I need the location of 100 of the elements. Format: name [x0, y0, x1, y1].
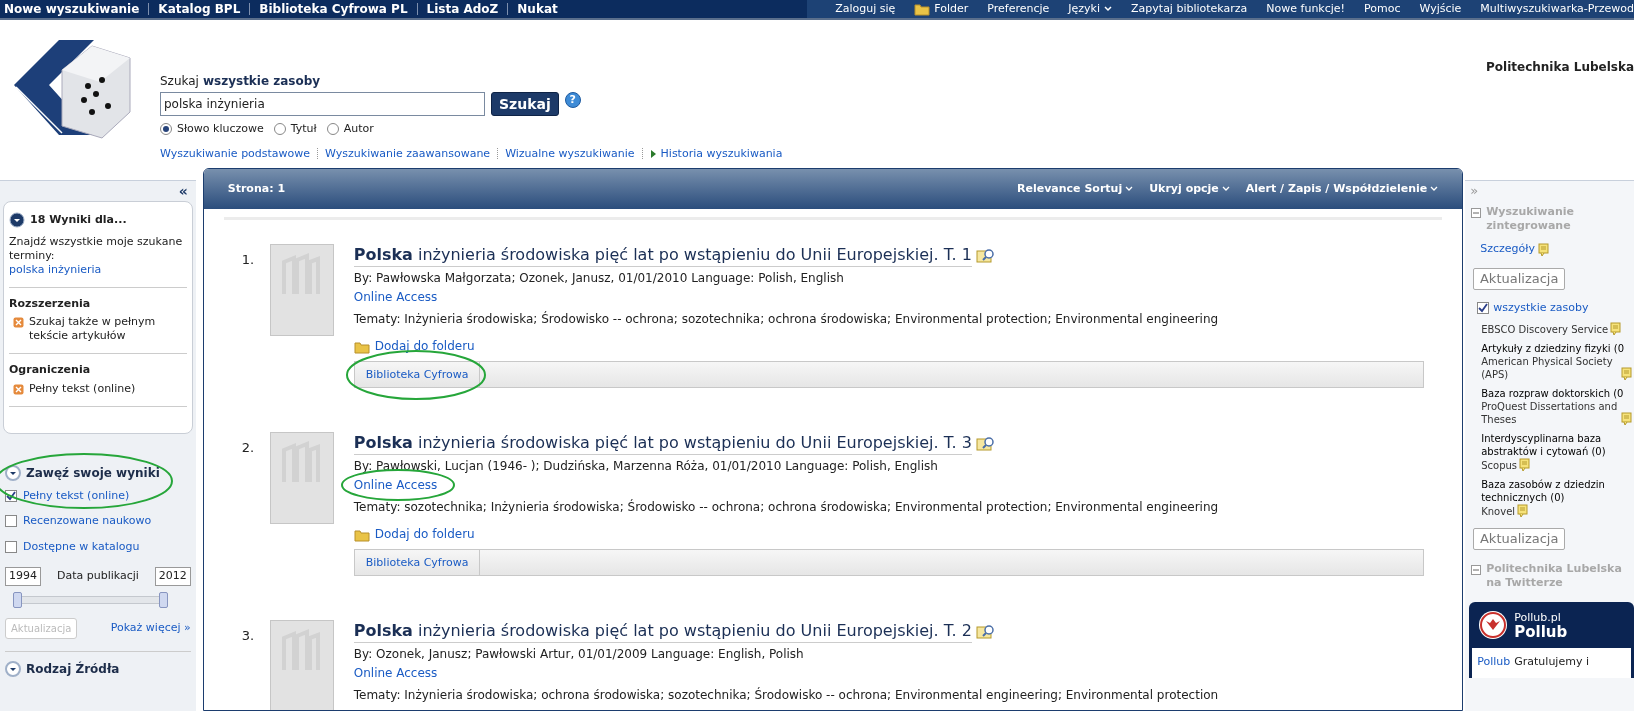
show-more-link[interactable]: Pokaż więcej »: [110, 619, 191, 637]
magnifier-icon: [975, 435, 996, 452]
limiter-label: Szukaj także w pełnym tekście artykułów: [29, 315, 157, 343]
result-title[interactable]: Polska inżynieria środowiska pięć lat po wstąpieniu do Unii Europejskiej. T. 1: [353, 244, 972, 267]
filter-option[interactable]: Dostępne w katalogu: [5, 538, 191, 555]
nav-link[interactable]: Biblioteka Cyfrowa PL: [259, 0, 408, 18]
search-option[interactable]: Autor: [326, 121, 374, 138]
nav-link[interactable]: Katalog BPL: [158, 0, 241, 18]
section-heading: Zawęź swoje wyniki: [26, 464, 160, 482]
note-icon: [1519, 458, 1531, 471]
online-access-link[interactable]: Online Access: [353, 666, 438, 680]
limiter-label: Pełny tekst (online): [29, 381, 136, 396]
source-category: Baza zasobów z dziedzin technicznych (0): [1481, 478, 1606, 504]
collapse-icon: [5, 464, 21, 481]
note-icon: [1517, 504, 1529, 517]
update-button[interactable]: Aktualizacja: [1473, 528, 1566, 550]
checkmark-icon: [6, 490, 16, 501]
source-name: Knovel: [1481, 505, 1516, 518]
collapse-icon: [9, 212, 25, 229]
slider-thumb[interactable]: [13, 591, 22, 608]
source-category: Artykuły z dziedziny fizyki (0: [1481, 342, 1625, 355]
find-text: Znajdź wszystkie moje szukane terminy:: [9, 234, 184, 263]
filter-option[interactable]: Recenzowane naukowo: [5, 513, 191, 530]
search-option[interactable]: Słowo kluczowe: [160, 121, 264, 138]
search-scope-label: Szukaj: [160, 73, 199, 90]
source-checkbox[interactable]: wszystkie zasoby: [1465, 299, 1634, 316]
result-byline: By: Pawłowski, Lucjan (1946- ); Dudzińska, Marzenna Róża, 01/01/2010 Language: Polish, English: [353, 458, 939, 475]
result-byline: By: Ozonek, Janusz; Pawłowski Artur, 01/01/2009 Language: English, Polish: [353, 646, 805, 663]
search-link[interactable]: Historia wyszukiwania: [660, 145, 783, 162]
note-icon: [1621, 412, 1632, 425]
widget-title: Pollub: [1514, 625, 1568, 640]
nav-link[interactable]: Języki: [1068, 0, 1113, 18]
source-name: EBSCO Discovery Service: [1481, 323, 1609, 336]
note-icon: [1537, 242, 1549, 256]
result-number: 2.: [241, 439, 256, 457]
tweet-author[interactable]: Pollub: [1477, 654, 1511, 678]
search-button[interactable]: Szukaj: [491, 92, 559, 116]
add-to-folder-link[interactable]: Dodaj do folderu: [353, 337, 1425, 356]
source-name: ProQuest Dissertations and Theses: [1481, 400, 1619, 426]
year-field[interactable]: 2012: [154, 567, 191, 586]
institution-name: Politechnika Lubelska: [1486, 60, 1634, 74]
nav-link[interactable]: Multiwyszukiwarka-Przewod: [1480, 0, 1634, 18]
source-name: Scopus: [1481, 459, 1518, 472]
update-button[interactable]: Aktualizacja: [1473, 267, 1566, 290]
caret-icon: [1430, 186, 1439, 192]
section-heading: Rozszerzenia: [9, 295, 92, 312]
details-link[interactable]: Szczegóły: [1480, 241, 1535, 258]
collapse-icon: [5, 660, 21, 677]
source-category: Baza rozpraw doktorskich (0: [1481, 387, 1625, 400]
section-heading: 18 Wyniki dla...: [30, 212, 127, 228]
query-link[interactable]: polska inżynieria: [9, 262, 187, 288]
collapse-button[interactable]: «: [178, 184, 188, 198]
nav-link[interactable]: Preferencje: [987, 0, 1050, 18]
result-byline: By: Pawłowska Małgorzata; Ozonek, Janusz, 01/01/2010 Language: Polish, English: [353, 270, 845, 287]
magnifier-icon: [975, 247, 996, 264]
search-field[interactable]: polska inżynieria: [160, 92, 485, 116]
nav-link[interactable]: Lista AdoZ: [426, 0, 499, 18]
tweet-text: Gratulujemy i: [1514, 654, 1589, 670]
nav-link[interactable]: Wyjście: [1419, 0, 1462, 18]
nav-link[interactable]: Nowe wyszukiwanie: [0, 0, 140, 18]
help-icon[interactable]: ?: [564, 92, 581, 108]
year-field[interactable]: 1994: [5, 567, 41, 586]
search-link[interactable]: Wyszukiwanie podstawowe: [160, 145, 311, 162]
note-icon: [1621, 367, 1632, 380]
section-heading: Politechnika Lubelska na Twitterze: [1486, 562, 1623, 590]
nav-link[interactable]: Pomoc: [1364, 0, 1401, 18]
nav-link[interactable]: Zaloguj się: [835, 0, 896, 18]
online-access-link[interactable]: Online Access: [353, 290, 438, 304]
remove-icon: [13, 317, 24, 328]
note-icon: [1610, 322, 1622, 335]
toolbar-menu[interactable]: Alert / Zapis / Współdzielenie: [1245, 180, 1439, 198]
filter-option[interactable]: Pełny tekst (online): [5, 487, 191, 504]
nav-link[interactable]: Folder: [914, 0, 969, 18]
toolbar-menu[interactable]: Relevance Sortuj: [1017, 180, 1134, 198]
search-link[interactable]: Wyszukiwanie zaawansowane: [325, 145, 491, 162]
search-option[interactable]: Tytuł: [273, 121, 317, 138]
nav-link[interactable]: Zapytaj bibliotekarza: [1131, 0, 1248, 18]
collapse-icon: [1471, 208, 1482, 218]
date-label: Data publikacji: [56, 568, 139, 584]
checkmark-icon: [1478, 302, 1489, 313]
page-label: Strona: 1: [227, 180, 286, 197]
collapse-icon: [1471, 565, 1482, 575]
result-number: 3.: [241, 627, 256, 645]
nav-link[interactable]: Nukat: [517, 0, 558, 18]
folder-icon: [353, 527, 370, 542]
search-link[interactable]: Wizualne wyszukiwanie: [505, 145, 635, 162]
toolbar-menu[interactable]: Ukryj opcje: [1149, 180, 1230, 198]
source-tab[interactable]: Biblioteka Cyfrowa: [354, 550, 481, 575]
folder-icon: [353, 339, 370, 354]
slider-thumb[interactable]: [159, 591, 168, 608]
folder-icon: [914, 2, 931, 16]
result-subjects: Tematy: sozotechnika; Inżynieria środowiska; Środowisko -- ochrona; ochrona środowiska; Environmental protection; Environmental engineering: [353, 498, 1220, 516]
nav-link[interactable]: Nowe funkcje!: [1266, 0, 1345, 18]
add-to-folder-link[interactable]: Dodaj do folderu: [353, 525, 1425, 544]
caret-icon: [1104, 6, 1113, 12]
section-heading: Ograniczenia: [9, 362, 92, 378]
result-title[interactable]: Polska inżynieria środowiska pięć lat po wstąpieniu do Unii Europejskiej. T. 2: [353, 620, 972, 643]
result-title[interactable]: Polska inżynieria środowiska pięć lat po wstąpieniu do Unii Europejskiej. T. 3: [353, 432, 972, 455]
remove-icon: [13, 383, 24, 395]
source-category: Interdyscyplinarna baza abstraktów i cytowań (0): [1481, 432, 1607, 458]
